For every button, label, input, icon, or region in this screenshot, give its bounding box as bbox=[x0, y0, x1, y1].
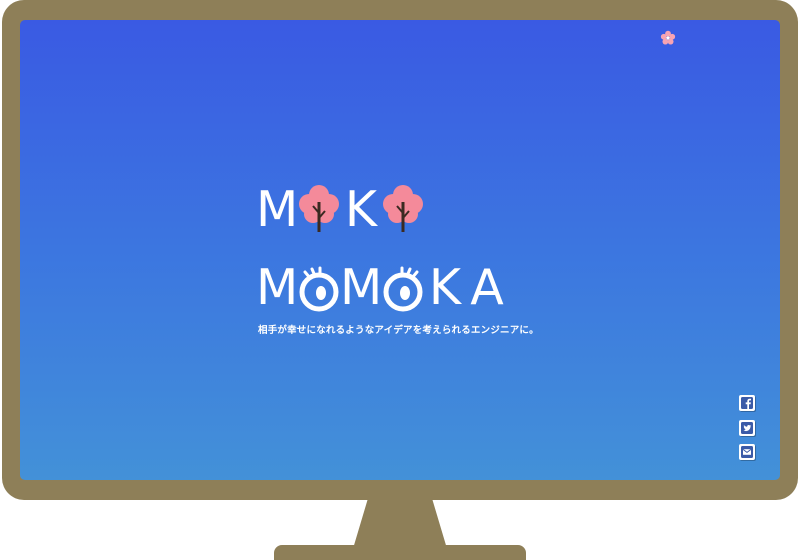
cherry-tree-icon bbox=[299, 185, 339, 232]
sakura-petal-icon bbox=[660, 30, 676, 45]
monitor-stand-base bbox=[274, 545, 526, 560]
logo-letter: A bbox=[470, 259, 504, 316]
logo-letter: M bbox=[340, 259, 383, 316]
eye-o-icon bbox=[383, 266, 423, 312]
twitter-button[interactable] bbox=[739, 420, 755, 436]
site-logo[interactable]: M K M M K A bbox=[256, 180, 556, 320]
logo-line-momoka: M M K A bbox=[256, 260, 508, 312]
mail-icon bbox=[741, 446, 753, 458]
logo-letter: M bbox=[256, 181, 299, 238]
logo-line-miki: M K bbox=[256, 182, 424, 234]
mail-button[interactable] bbox=[739, 444, 755, 460]
logo-letter: K bbox=[344, 181, 378, 238]
cherry-tree-icon bbox=[383, 185, 423, 232]
facebook-button[interactable] bbox=[739, 395, 755, 411]
eye-o-icon bbox=[299, 266, 339, 312]
monitor-screen: M K M M K A 相手が幸せになれるようなアイデアを考えられるエンジニアに… bbox=[20, 20, 780, 480]
monitor-stand-neck bbox=[352, 494, 448, 552]
facebook-icon bbox=[741, 397, 753, 409]
tagline: 相手が幸せになれるようなアイデアを考えられるエンジニアに。 bbox=[258, 325, 539, 336]
logo-letter: K bbox=[428, 259, 462, 316]
logo-letter: M bbox=[256, 259, 299, 316]
twitter-icon bbox=[741, 422, 753, 434]
